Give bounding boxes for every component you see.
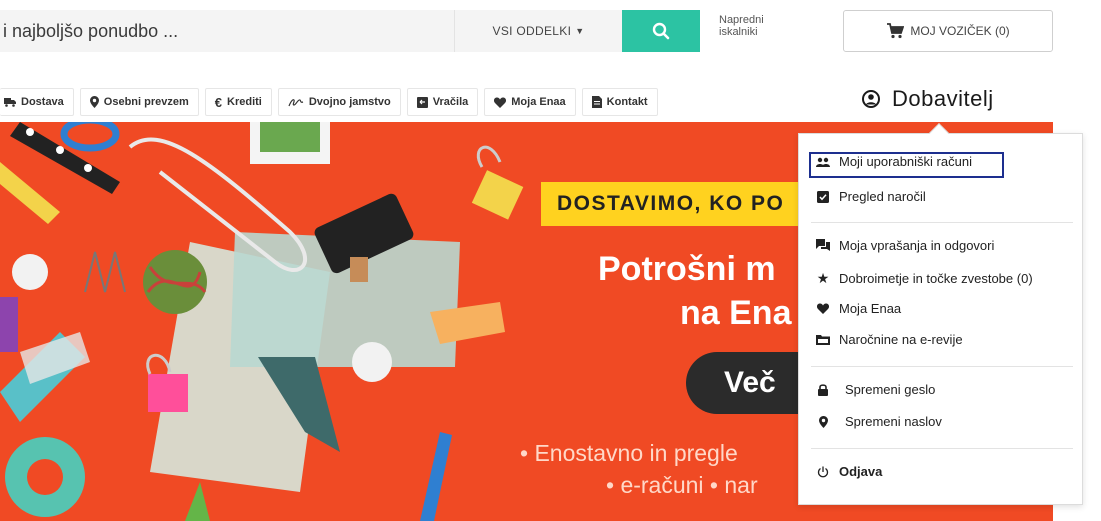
menu-item-label: Naročnine na e-revije: [839, 332, 963, 347]
hero-bullet-line1: • Enostavno in pregle: [520, 440, 738, 466]
nav-item-vracila[interactable]: Vračila: [406, 88, 479, 116]
menu-item-label: Moja Enaa: [839, 301, 902, 316]
hero-heading-line2: na Ena: [680, 294, 792, 332]
hero-heading-line1: Potrošni m: [598, 250, 776, 288]
lock-icon: [815, 383, 831, 396]
users-icon: [815, 157, 831, 167]
menu-item-orders[interactable]: Pregled naročil: [815, 189, 1098, 204]
search-input[interactable]: i najboljšo ponudbo ...: [0, 10, 454, 52]
hero-bullet-line2: • e-računi • nar: [606, 472, 758, 498]
department-select[interactable]: VSI ODDELKI ▼: [454, 10, 622, 52]
menu-divider: [811, 366, 1073, 367]
menu-item-questions[interactable]: Moja vprašanja in odgovori: [815, 238, 1098, 253]
nav-item-label: Kontakt: [606, 96, 648, 108]
menu-item-change-address[interactable]: Spremeni naslov: [815, 414, 1098, 429]
menu-divider: [811, 222, 1073, 223]
nav-item-dvojno-jamstvo[interactable]: Dvojno jamstvo: [277, 88, 401, 116]
supplier-menu-toggle[interactable]: Dobavitelj: [862, 86, 994, 112]
menu-item-user-accounts[interactable]: Moji uporabniški računi: [815, 154, 1098, 169]
nav-item-dostava[interactable]: Dostava: [0, 88, 74, 116]
cart-icon: [887, 23, 905, 39]
nav-item-label: Vračila: [432, 96, 469, 108]
search-bar: i najboljšo ponudbo ... VSI ODDELKI ▼: [0, 10, 700, 52]
menu-item-label: Spremeni geslo: [845, 382, 936, 397]
advanced-search-link[interactable]: Napredni iskalniki: [719, 14, 789, 38]
nav-item-kontakt[interactable]: Kontakt: [581, 88, 658, 116]
hero-tag: DOSTAVIMO, KO PO: [541, 182, 841, 226]
menu-item-label: Moja vprašanja in odgovori: [839, 238, 995, 253]
advanced-search-line1: Napredni: [719, 14, 764, 26]
clipboard-check-icon: [815, 190, 831, 203]
signature-icon: [288, 97, 304, 107]
menu-item-label: Spremeni naslov: [845, 414, 942, 429]
heart-icon: [815, 303, 831, 314]
folder-icon: [815, 334, 831, 345]
supplier-label: Dobavitelj: [892, 86, 994, 111]
menu-item-label: Pregled naročil: [839, 189, 926, 204]
nav-item-krediti[interactable]: € Krediti: [204, 88, 272, 116]
euro-icon: €: [214, 94, 223, 110]
map-pin-icon: [89, 96, 99, 108]
return-box-icon: [416, 96, 428, 108]
main-nav: Dostava Osebni prevzem € Krediti Dvojno …: [0, 88, 658, 116]
cart-button[interactable]: MOJ VOZIČEK (0): [843, 10, 1053, 52]
truck-icon: [4, 97, 16, 107]
map-pin-icon: [815, 415, 831, 428]
caret-down-icon: ▼: [575, 26, 585, 36]
menu-item-label: Moji uporabniški računi: [839, 154, 972, 169]
menu-item-loyalty[interactable]: ★ Dobroimetje in točke zvestobe (0): [815, 270, 1098, 287]
heart-icon: [494, 97, 507, 108]
advanced-search-line2: iskalniki: [719, 26, 758, 38]
nav-item-label: Dostava: [21, 96, 64, 108]
comments-icon: [815, 239, 831, 252]
department-select-label: VSI ODDELKI: [492, 24, 572, 38]
search-button[interactable]: [622, 10, 700, 52]
nav-item-moja-enaa[interactable]: Moja Enaa: [484, 88, 576, 116]
menu-divider: [811, 448, 1073, 449]
menu-item-subscriptions[interactable]: Naročnine na e-revije: [815, 332, 1098, 347]
nav-item-label: Osebni prevzem: [103, 96, 189, 108]
menu-item-label: Odjava: [839, 464, 883, 479]
search-icon: [652, 22, 670, 40]
nav-item-label: Krediti: [227, 96, 262, 108]
cart-label: MOJ VOZIČEK (0): [910, 24, 1010, 38]
supplier-dropdown: Moji uporabniški računi Pregled naročil …: [798, 133, 1083, 505]
menu-item-label: Dobroimetje in točke zvestobe (0): [839, 271, 1033, 286]
menu-item-change-password[interactable]: Spremeni geslo: [815, 382, 1098, 397]
user-circle-icon: [862, 90, 880, 108]
nav-item-label: Moja Enaa: [511, 96, 566, 108]
nav-item-label: Dvojno jamstvo: [308, 96, 391, 108]
power-icon: [815, 466, 831, 478]
star-icon: ★: [816, 270, 830, 286]
nav-item-osebni-prevzem[interactable]: Osebni prevzem: [79, 88, 199, 116]
document-icon: [591, 96, 602, 108]
menu-item-logout[interactable]: Odjava: [815, 464, 1098, 479]
menu-item-moja-enaa[interactable]: Moja Enaa: [815, 301, 1098, 316]
